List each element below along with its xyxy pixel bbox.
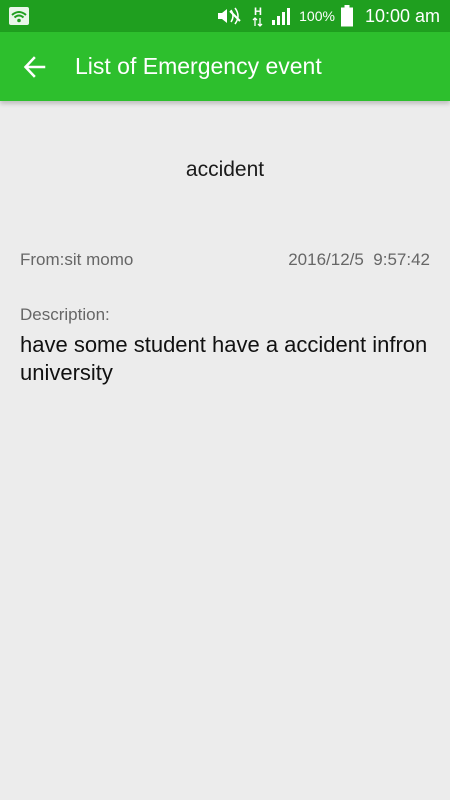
battery-percent: 100% [299,8,335,24]
mute-icon [218,7,241,25]
h-signal-icon: H [252,6,263,27]
status-bar: H 100% 10:00 am [0,0,450,32]
page-title: List of Emergency event [75,53,322,79]
arrow-back-icon[interactable] [22,54,48,80]
event-sender: From:sit momo [20,250,134,269]
app-bar: List of Emergency event [0,32,450,101]
status-time: 10:00 am [364,5,440,26]
event-title: accident [185,158,265,181]
signal-bars-icon [272,8,291,25]
description-label: Description: [20,305,110,324]
event-datetime: 2016/12/5 9:57:42 [288,250,430,269]
wifi-icon [9,7,29,25]
battery-icon [340,5,353,27]
description-text: have some student have a accident infron… [20,332,428,385]
svg-text:H: H [254,6,262,18]
